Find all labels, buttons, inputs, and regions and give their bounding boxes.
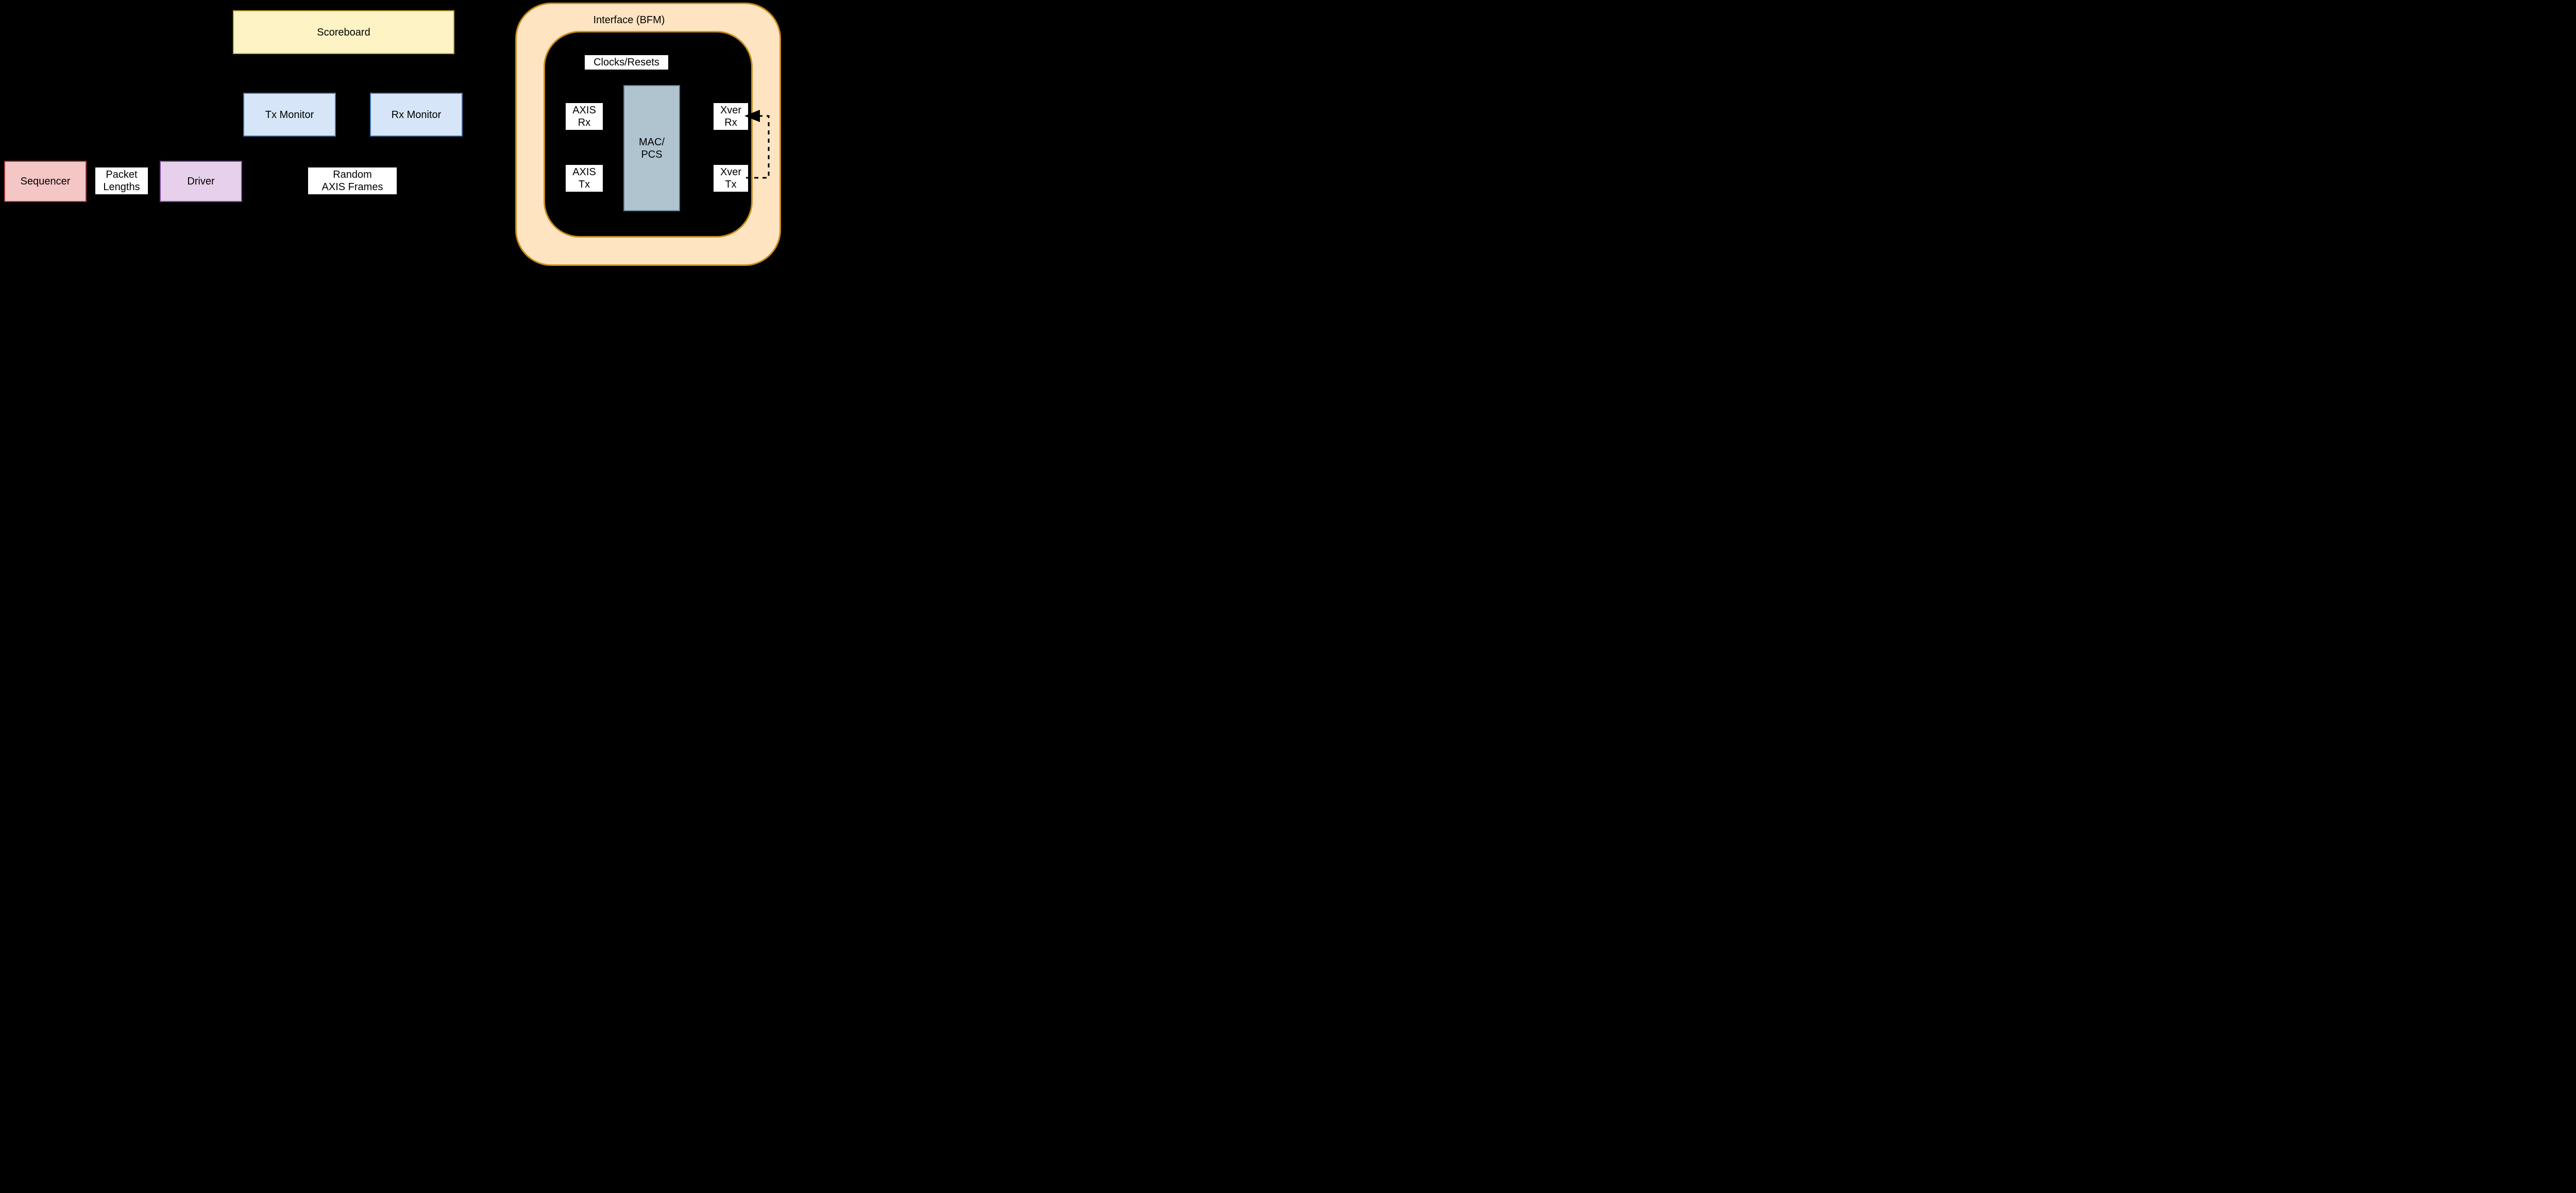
interface-bfm-label: Interface (BFM)	[582, 13, 676, 27]
driver-label: Driver	[187, 175, 214, 188]
scoreboard-label: Scoreboard	[317, 26, 370, 39]
clocks-resets-label: Clocks/Resets	[585, 55, 668, 70]
sequencer-label: Sequencer	[21, 175, 71, 188]
xver-rx-label: Xver Rx	[714, 103, 748, 130]
rx-monitor-label: Rx Monitor	[392, 109, 442, 121]
axis-tx-label: AXIS Tx	[566, 165, 603, 192]
xver-tx-label: Xver Tx	[714, 165, 748, 192]
mac-pcs-label: MAC/ PCS	[639, 136, 665, 161]
rx-monitor-block: Rx Monitor	[370, 93, 463, 137]
sequencer-block: Sequencer	[4, 161, 87, 202]
tx-monitor-label: Tx Monitor	[265, 109, 314, 121]
diagram-canvas: Scoreboard Tx Monitor Rx Monitor Sequenc…	[0, 0, 785, 268]
scoreboard-block: Scoreboard	[233, 10, 454, 54]
driver-block: Driver	[160, 161, 242, 202]
axis-rx-label: AXIS Rx	[566, 103, 603, 130]
random-axis-frames-label: Random AXIS Frames	[308, 167, 397, 194]
mac-pcs-block: MAC/ PCS	[623, 85, 680, 211]
tx-monitor-block: Tx Monitor	[243, 93, 336, 137]
packet-lengths-label: Packet Lengths	[95, 167, 148, 194]
